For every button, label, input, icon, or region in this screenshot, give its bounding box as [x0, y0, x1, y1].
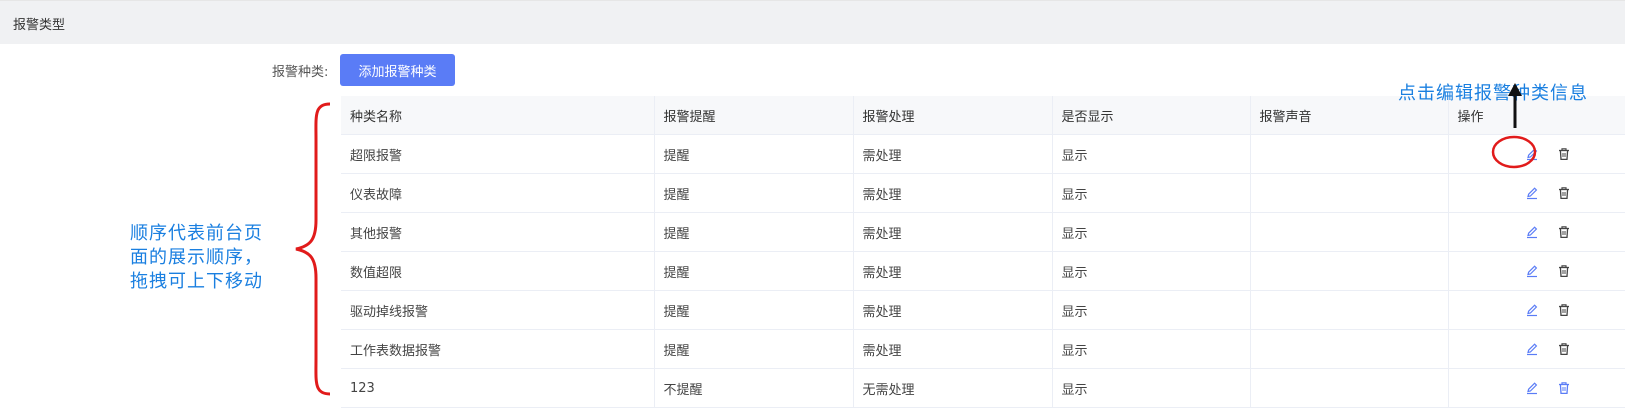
- cell-handle: 需处理: [853, 251, 1053, 291]
- cell-handle: 需处理: [853, 290, 1053, 330]
- highlight-circle: [1491, 135, 1537, 169]
- table-row[interactable]: 123 不提醒 无需处理 显示: [341, 368, 1625, 408]
- cell-name: 超限报警: [341, 134, 655, 174]
- cell-name: 数值超限: [341, 251, 655, 291]
- cell-sound: [1250, 290, 1449, 330]
- cell-actions: [1448, 212, 1625, 252]
- pencil-icon[interactable]: [1521, 260, 1543, 282]
- table-row[interactable]: 工作表数据报警 提醒 需处理 显示: [341, 329, 1625, 369]
- cell-display: 显示: [1052, 251, 1251, 291]
- table-row[interactable]: 其他报警 提醒 需处理 显示: [341, 212, 1625, 252]
- add-alarm-kind-button[interactable]: 添加报警种类: [340, 54, 455, 86]
- pencil-icon[interactable]: [1521, 299, 1543, 321]
- cell-handle: 需处理: [853, 134, 1053, 174]
- table-row[interactable]: 超限报警 提醒 需处理 显示: [341, 134, 1625, 174]
- cell-sound: [1250, 173, 1449, 213]
- cell-handle: 无需处理: [853, 368, 1053, 408]
- cell-display: 显示: [1052, 290, 1251, 330]
- cell-handle: 需处理: [853, 173, 1053, 213]
- alarm-kind-label: 报警种类:: [272, 65, 329, 80]
- page-title: 报警类型: [13, 18, 66, 33]
- cell-remind: 提醒: [654, 251, 854, 291]
- cell-remind: 提醒: [654, 212, 854, 252]
- table-row[interactable]: 驱动掉线报警 提醒 需处理 显示: [341, 290, 1625, 330]
- drag-order-note-line: 顺序代表前台页: [130, 223, 263, 244]
- cell-display: 显示: [1052, 368, 1251, 408]
- drag-order-note: 顺序代表前台页 面的展示顺序， 拖拽可上下移动: [130, 222, 280, 294]
- trash-icon[interactable]: [1553, 338, 1575, 360]
- cell-remind: 提醒: [654, 329, 854, 369]
- cell-actions: [1448, 329, 1625, 369]
- trash-icon[interactable]: [1553, 221, 1575, 243]
- cell-remind: 提醒: [654, 290, 854, 330]
- cell-name: 仪表故障: [341, 173, 655, 213]
- column-header-handle: 报警处理: [853, 96, 1053, 135]
- cell-display: 显示: [1052, 173, 1251, 213]
- cell-sound: [1250, 251, 1449, 291]
- cell-actions: [1448, 251, 1625, 291]
- cell-display: 显示: [1052, 212, 1251, 252]
- cell-name: 其他报警: [341, 212, 655, 252]
- arrow-up-icon: [1508, 83, 1522, 128]
- table-row[interactable]: 数值超限 提醒 需处理 显示: [341, 251, 1625, 291]
- cell-name: 工作表数据报警: [341, 329, 655, 369]
- trash-icon[interactable]: [1553, 299, 1575, 321]
- trash-icon[interactable]: [1553, 182, 1575, 204]
- column-header-display: 是否显示: [1052, 96, 1251, 135]
- page-header: 报警类型: [0, 0, 1625, 44]
- curly-brace-annotation: [295, 102, 331, 396]
- cell-name: 驱动掉线报警: [341, 290, 655, 330]
- cell-display: 显示: [1052, 329, 1251, 369]
- pencil-icon[interactable]: [1521, 377, 1543, 399]
- alarm-kind-table: 种类名称 报警提醒 报警处理 是否显示 报警声音 操作 超限报警 提醒 需处理 显示仪…: [341, 96, 1625, 408]
- cell-remind: 不提醒: [654, 368, 854, 408]
- table-row[interactable]: 仪表故障 提醒 需处理 显示: [341, 173, 1625, 213]
- trash-icon[interactable]: [1553, 377, 1575, 399]
- cell-handle: 需处理: [853, 329, 1053, 369]
- cell-actions: [1448, 290, 1625, 330]
- cell-name: 123: [341, 368, 655, 408]
- cell-actions: [1448, 368, 1625, 408]
- column-header-name: 种类名称: [341, 96, 655, 135]
- trash-icon[interactable]: [1553, 143, 1575, 165]
- cell-remind: 提醒: [654, 134, 854, 174]
- pencil-icon[interactable]: [1521, 221, 1543, 243]
- cell-sound: [1250, 134, 1449, 174]
- cell-display: 显示: [1052, 134, 1251, 174]
- edit-hint-note: 点击编辑报警种类信息: [1398, 83, 1588, 104]
- drag-order-note-line: 面的展示顺序，: [130, 247, 263, 268]
- cell-sound: [1250, 329, 1449, 369]
- column-header-remind: 报警提醒: [654, 96, 854, 135]
- drag-order-note-line: 拖拽可上下移动: [130, 271, 263, 292]
- pencil-icon[interactable]: [1521, 182, 1543, 204]
- cell-sound: [1250, 368, 1449, 408]
- trash-icon[interactable]: [1553, 260, 1575, 282]
- cell-sound: [1250, 212, 1449, 252]
- pencil-icon[interactable]: [1521, 338, 1543, 360]
- cell-actions: [1448, 173, 1625, 213]
- cell-remind: 提醒: [654, 173, 854, 213]
- cell-handle: 需处理: [853, 212, 1053, 252]
